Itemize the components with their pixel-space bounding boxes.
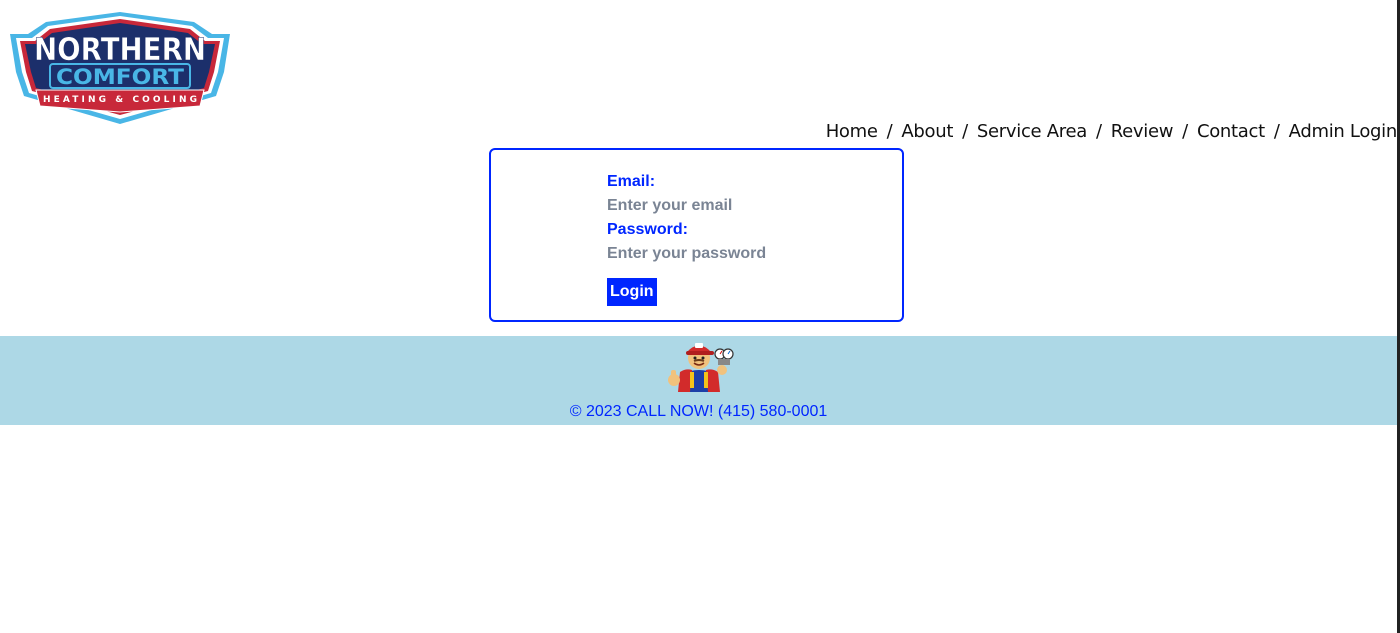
nav-review[interactable]: Review [1111, 121, 1174, 142]
footer-copyright: © 2023 CALL NOW! (415) 580-0001 [569, 403, 828, 420]
brand-logo[interactable]: NORTHERN COMFORT HEATING & COOLING [6, 12, 234, 124]
page: NORTHERN COMFORT HEATING & COOLING Home … [0, 0, 1400, 633]
logo-graphic: NORTHERN COMFORT HEATING & COOLING [10, 12, 230, 124]
login-button[interactable]: Login [607, 278, 657, 306]
nav-home[interactable]: Home [826, 121, 878, 142]
nav-separator: / [1273, 121, 1280, 142]
password-field[interactable] [607, 244, 827, 264]
technician-mascot-icon [664, 336, 734, 392]
nav-separator: / [1182, 121, 1188, 142]
site-footer: © 2023 CALL NOW! (415) 580-0001 [0, 336, 1397, 425]
nav-contact[interactable]: Contact [1197, 121, 1265, 142]
login-form: Email: Password: Login [607, 172, 827, 306]
nav-separator: / [1095, 121, 1102, 142]
nav-service-area[interactable]: Service Area [977, 121, 1087, 142]
password-label: Password: [607, 221, 688, 238]
main-nav: Home / About / Service Area / Review / C… [826, 121, 1398, 142]
email-field[interactable] [607, 196, 827, 216]
login-panel: Email: Password: Login [489, 148, 904, 322]
logo-northern-text: NORTHERN [34, 32, 206, 68]
logo-comfort-text: COMFORT [56, 65, 185, 89]
email-label: Email: [607, 173, 656, 190]
nav-admin-login[interactable]: Admin Login [1289, 121, 1398, 142]
nav-separator: / [962, 121, 968, 142]
nav-about[interactable]: About [901, 121, 953, 142]
nav-separator: / [886, 121, 893, 142]
logo-tagline-text: HEATING & COOLING [43, 95, 197, 105]
